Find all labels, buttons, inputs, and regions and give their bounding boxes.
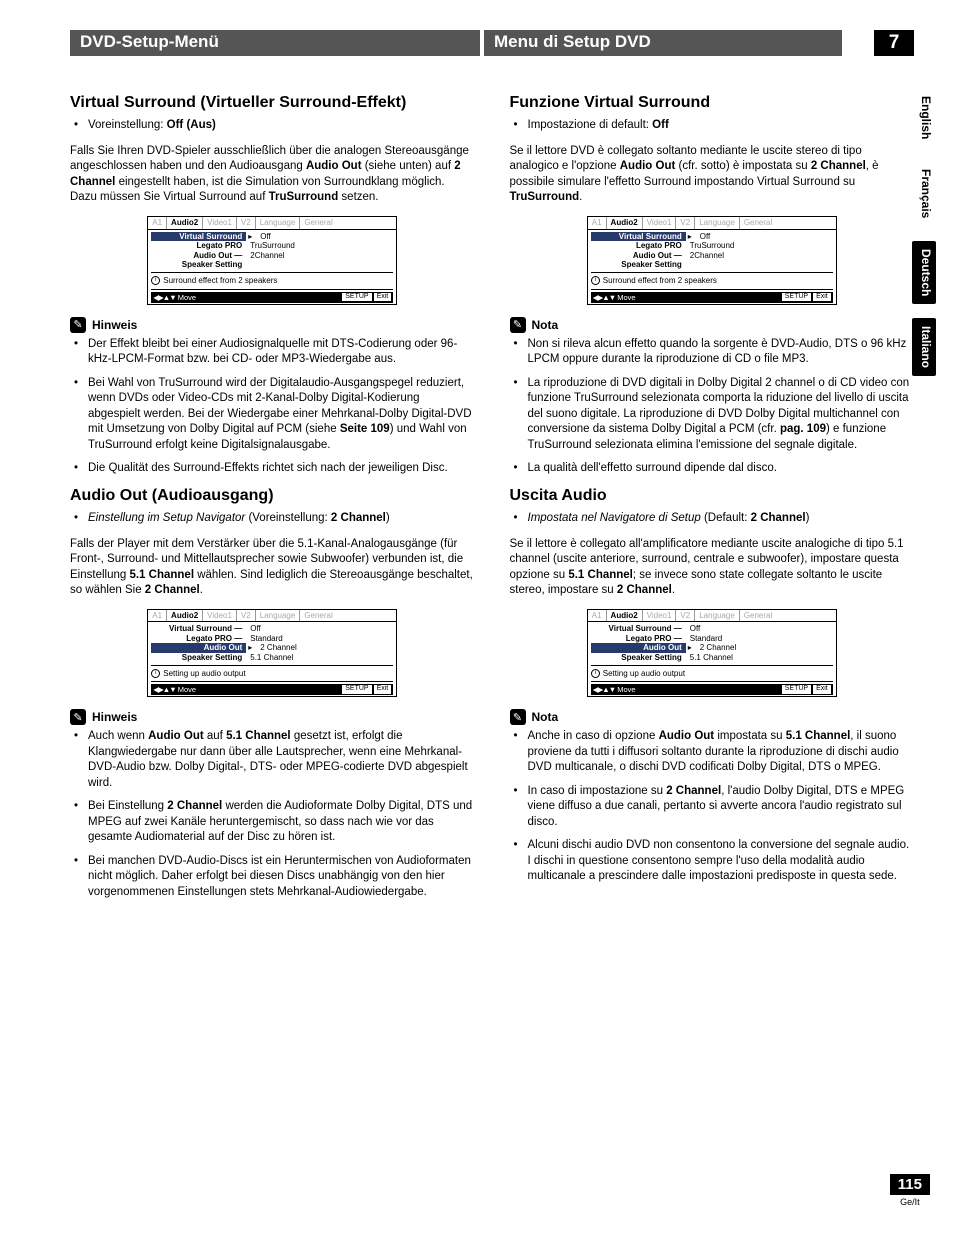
chapter-number: 7 bbox=[874, 30, 914, 56]
section-title: Uscita Audio bbox=[510, 487, 915, 505]
column-german: Virtual Surround (Virtueller Surround-Ef… bbox=[70, 86, 475, 910]
language-tabs: English Français Deutsch Italiano bbox=[912, 88, 936, 376]
header-bar: DVD-Setup-Menü Menu di Setup DVD 7 bbox=[70, 30, 914, 56]
note-list: Auch wenn Audio Out auf 5.1 Channel gese… bbox=[70, 729, 475, 900]
column-italian: Funzione Virtual Surround Impostazione d… bbox=[510, 86, 915, 910]
paragraph: Falls Sie Ihren DVD-Spieler ausschließli… bbox=[70, 144, 475, 206]
list-item: Non si rileva alcun effetto quando la so… bbox=[510, 337, 915, 368]
note-label: Nota bbox=[532, 318, 559, 332]
page-number-badge: 115 Ge/It bbox=[890, 1174, 930, 1207]
list-item: Bei Einstellung 2 Channel werden die Aud… bbox=[70, 799, 475, 846]
nav-arrows-icon: ◀▶▲▼ bbox=[593, 685, 615, 694]
section-title: Audio Out (Audioausgang) bbox=[70, 487, 475, 505]
note-label: Nota bbox=[532, 710, 559, 724]
menu-tabs: A1Audio2Video1V2LanguageGeneral bbox=[587, 609, 837, 623]
setup-menu-screenshot: A1Audio2Video1V2LanguageGeneral Virtual … bbox=[587, 216, 837, 305]
preset-line: Voreinstellung: Off (Aus) bbox=[70, 118, 475, 134]
info-icon: i bbox=[151, 276, 160, 285]
setup-menu-screenshot: A1Audio2Video1V2LanguageGeneral Virtual … bbox=[147, 216, 397, 305]
setup-menu-screenshot: A1Audio2Video1V2LanguageGeneral Virtual … bbox=[587, 609, 837, 698]
paragraph: Se il lettore DVD è collegato soltanto m… bbox=[510, 144, 915, 206]
lang-tab-deutsch[interactable]: Deutsch bbox=[912, 241, 936, 304]
list-item: La qualità dell'effetto surround dipende… bbox=[510, 461, 915, 477]
preset-line: Einstellung im Setup Navigator (Voreinst… bbox=[70, 511, 475, 527]
lang-tab-francais[interactable]: Français bbox=[912, 161, 936, 226]
menu-rows: Virtual Surround▸OffLegato PROTruSurroun… bbox=[591, 232, 833, 270]
header-title-left: DVD-Setup-Menü bbox=[70, 30, 480, 56]
paragraph: Falls der Player mit dem Verstärker über… bbox=[70, 537, 475, 599]
list-item: Bei manchen DVD-Audio-Discs ist ein Heru… bbox=[70, 854, 475, 901]
nav-arrows-icon: ◀▶▲▼ bbox=[153, 293, 175, 302]
menu-rows: Virtual Surround —OffLegato PRO —Standar… bbox=[591, 624, 833, 662]
menu-rows: Virtual Surround —OffLegato PRO —Standar… bbox=[151, 624, 393, 662]
note-icon: ✎ bbox=[510, 317, 526, 333]
preset-line: Impostazione di default: Off bbox=[510, 118, 915, 134]
list-item: Die Qualität des Surround-Effekts richte… bbox=[70, 461, 475, 477]
list-item: Auch wenn Audio Out auf 5.1 Channel gese… bbox=[70, 729, 475, 791]
menu-tabs: A1Audio2Video1V2LanguageGeneral bbox=[587, 216, 837, 230]
info-icon: i bbox=[591, 276, 600, 285]
lang-tab-english[interactable]: English bbox=[912, 88, 936, 147]
lang-tab-italiano[interactable]: Italiano bbox=[912, 318, 936, 376]
list-item: Alcuni dischi audio DVD non consentono l… bbox=[510, 838, 915, 885]
nav-arrows-icon: ◀▶▲▼ bbox=[593, 293, 615, 302]
note-label: Hinweis bbox=[92, 710, 137, 724]
setup-menu-screenshot: A1Audio2Video1V2LanguageGeneral Virtual … bbox=[147, 609, 397, 698]
list-item: Anche in caso di opzione Audio Out impos… bbox=[510, 729, 915, 776]
list-item: Bei Wahl von TruSurround wird der Digita… bbox=[70, 376, 475, 454]
section-title: Virtual Surround (Virtueller Surround-Ef… bbox=[70, 94, 475, 112]
menu-tabs: A1Audio2Video1V2LanguageGeneral bbox=[147, 609, 397, 623]
nav-arrows-icon: ◀▶▲▼ bbox=[153, 685, 175, 694]
menu-rows: Virtual Surround▸OffLegato PROTruSurroun… bbox=[151, 232, 393, 270]
preset-line: Impostata nel Navigatore di Setup (Defau… bbox=[510, 511, 915, 527]
note-list: Anche in caso di opzione Audio Out impos… bbox=[510, 729, 915, 885]
menu-tabs: A1Audio2Video1V2LanguageGeneral bbox=[147, 216, 397, 230]
paragraph: Se il lettore è collegato all'amplificat… bbox=[510, 537, 915, 599]
list-item: In caso di impostazione su 2 Channel, l'… bbox=[510, 784, 915, 831]
section-title: Funzione Virtual Surround bbox=[510, 94, 915, 112]
note-icon: ✎ bbox=[70, 317, 86, 333]
note-list: Non si rileva alcun effetto quando la so… bbox=[510, 337, 915, 477]
list-item: La riproduzione di DVD digitali in Dolby… bbox=[510, 376, 915, 454]
info-icon: i bbox=[591, 669, 600, 678]
header-title-mid: Menu di Setup DVD bbox=[484, 30, 842, 56]
note-icon: ✎ bbox=[70, 709, 86, 725]
info-icon: i bbox=[151, 669, 160, 678]
list-item: Der Effekt bleibt bei einer Audiosignalq… bbox=[70, 337, 475, 368]
note-list: Der Effekt bleibt bei einer Audiosignalq… bbox=[70, 337, 475, 477]
note-icon: ✎ bbox=[510, 709, 526, 725]
note-label: Hinweis bbox=[92, 318, 137, 332]
